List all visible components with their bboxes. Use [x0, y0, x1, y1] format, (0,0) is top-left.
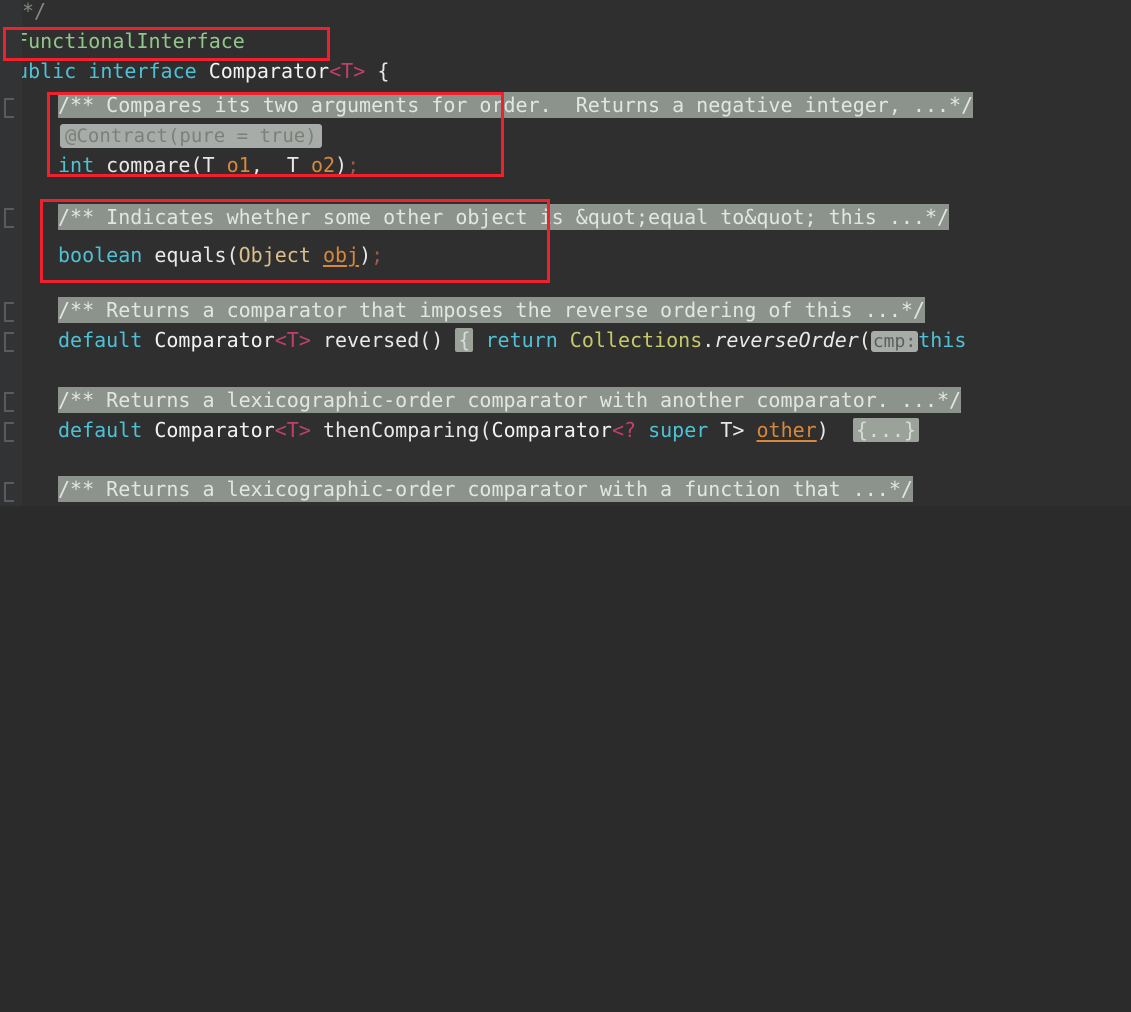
fold-indicator-icon[interactable] — [4, 98, 14, 118]
folded-javadoc-compare[interactable]: /** Compares its two arguments for order… — [58, 92, 974, 118]
type-comparator: Comparator — [154, 418, 275, 442]
keyword-default: default — [58, 328, 143, 352]
keyword-default: default — [58, 418, 143, 442]
method-name-reversed: reversed — [322, 328, 420, 352]
code-line-reversed-declaration[interactable]: default Comparator<T> reversed() { retur… — [58, 325, 966, 355]
type-comparator: Comparator — [208, 59, 330, 83]
method-name-thencomparing: thenComparing — [322, 418, 480, 442]
open-paren: ( — [226, 243, 239, 267]
generic-type-param: <T> — [274, 328, 311, 352]
param-type-t1: T — [202, 153, 215, 177]
code-line-compare-javadoc[interactable]: /** Compares its two arguments for order… — [58, 90, 974, 120]
param-type-object: Object — [238, 243, 311, 267]
keyword-super: super — [648, 418, 709, 442]
folded-method-body[interactable]: {...} — [852, 418, 920, 442]
fold-indicator-icon[interactable] — [4, 332, 14, 352]
folded-javadoc-thencomparing[interactable]: /** Returns a lexicographic-order compar… — [58, 387, 962, 413]
code-line-contract-hint[interactable]: @Contract(pure = true) — [60, 120, 322, 150]
arg-type-comparator: Comparator — [491, 418, 612, 442]
code-line-comment-close[interactable]: */ — [22, 0, 46, 26]
folded-javadoc-equals[interactable]: /** Indicates whether some other object … — [58, 204, 950, 230]
code-content[interactable]: */ @FunctionalInterface public interface… — [0, 0, 1131, 506]
code-line-equals-declaration[interactable]: boolean equals(Object obj); — [58, 240, 383, 270]
return-type-boolean: boolean — [58, 243, 143, 267]
empty-parens: () — [419, 328, 444, 352]
editor-gutter[interactable] — [0, 0, 22, 506]
param-name-o2: o2 — [310, 153, 336, 177]
fold-indicator-icon[interactable] — [4, 482, 14, 502]
keyword-this: this — [918, 328, 967, 352]
dot-operator: . — [702, 328, 715, 352]
code-line-interface-declaration[interactable]: public interface Comparator<T> { — [4, 56, 389, 86]
close-paren: ) — [335, 153, 348, 177]
open-brace: { — [377, 59, 390, 83]
code-line-reversed-javadoc[interactable]: /** Returns a comparator that imposes th… — [58, 295, 925, 325]
method-name-compare: compare — [106, 153, 191, 177]
param-type-t2: T — [286, 153, 299, 177]
keyword-return: return — [485, 328, 558, 352]
generic-type-param: <T> — [274, 418, 311, 442]
fold-indicator-icon[interactable] — [4, 392, 14, 412]
class-reference-collections: Collections — [569, 328, 703, 352]
return-type-int: int — [58, 153, 95, 177]
folded-javadoc-thencomparing-fn[interactable]: /** Returns a lexicographic-order compar… — [58, 476, 913, 502]
open-paren: ( — [858, 328, 871, 352]
code-line-annotation[interactable]: @FunctionalInterface — [4, 26, 245, 56]
method-name-equals: equals — [154, 243, 227, 267]
code-editor[interactable]: */ @FunctionalInterface public interface… — [0, 0, 1131, 506]
semicolon: ; — [371, 243, 384, 267]
param-name-other: other — [756, 418, 817, 442]
fold-indicator-icon[interactable] — [4, 422, 14, 442]
code-line-thencomparing-javadoc[interactable]: /** Returns a lexicographic-order compar… — [58, 385, 962, 415]
annotation-name: FunctionalInterface — [16, 29, 245, 53]
semicolon: ; — [347, 153, 360, 177]
generic-type-param: <T> — [329, 59, 366, 83]
open-paren: ( — [190, 153, 203, 177]
type-comparator: Comparator — [154, 328, 275, 352]
code-line-thencomparing-fn-javadoc[interactable]: /** Returns a lexicographic-order compar… — [58, 474, 913, 504]
close-paren: ) — [359, 243, 372, 267]
param-name-obj: obj — [322, 243, 360, 267]
code-line-compare-declaration[interactable]: int compare(T o1, T o2); — [58, 150, 359, 180]
param-name-o1: o1 — [226, 153, 251, 177]
inlay-hint-contract[interactable]: @Contract(pure = true) — [60, 124, 322, 148]
fold-indicator-icon[interactable] — [4, 208, 14, 228]
open-brace-folded[interactable]: { — [455, 328, 474, 352]
type-param-t: T> — [720, 418, 745, 442]
close-paren: ) — [816, 418, 829, 442]
code-line-equals-javadoc[interactable]: /** Indicates whether some other object … — [58, 202, 950, 232]
open-paren: ( — [479, 418, 492, 442]
code-line-thencomparing-declaration[interactable]: default Comparator<T> thenComparing(Comp… — [58, 415, 920, 445]
fold-indicator-icon[interactable] — [4, 302, 14, 322]
folded-javadoc-reversed[interactable]: /** Returns a comparator that imposes th… — [58, 297, 925, 323]
comment-close-token: */ — [22, 0, 47, 23]
method-call-reverseorder: reverseOrder — [714, 328, 859, 352]
wildcard-token: <? — [611, 418, 637, 442]
comma: , — [250, 153, 263, 177]
inlay-hint-cmp[interactable]: cmp: — [870, 331, 919, 352]
keyword-interface: interface — [88, 59, 197, 83]
